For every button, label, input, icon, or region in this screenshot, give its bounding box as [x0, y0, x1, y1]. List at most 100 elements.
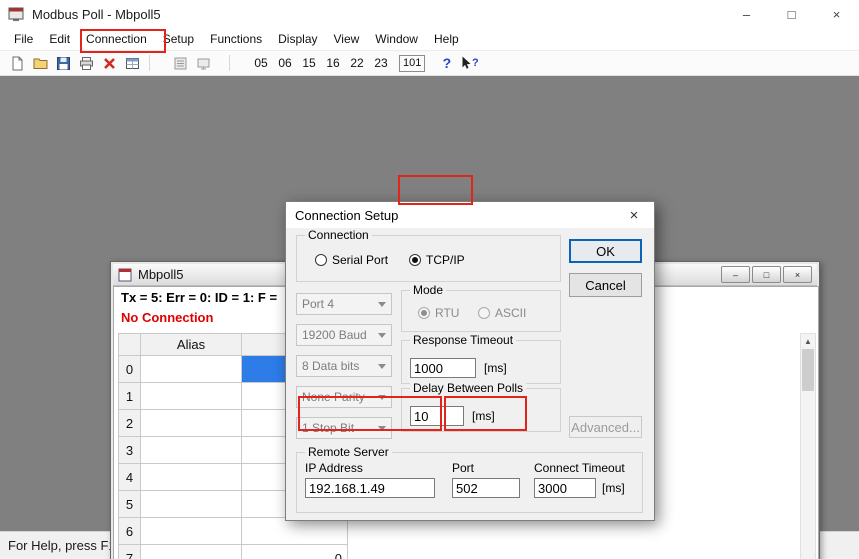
window-controls: – □ × [724, 0, 859, 28]
remote-server-label: Remote Server [305, 446, 392, 458]
chevron-down-icon [378, 302, 386, 311]
ascii-label: ASCII [495, 306, 526, 320]
menu-view[interactable]: View [326, 29, 368, 49]
row-header: 2 [119, 410, 141, 437]
func-05-button[interactable]: 05 [249, 53, 273, 73]
func-23-button[interactable]: 23 [369, 53, 393, 73]
close-button[interactable]: × [814, 0, 859, 28]
delay-between-polls-group: Delay Between Polls [ms] [401, 388, 561, 432]
func-15-button[interactable]: 15 [297, 53, 321, 73]
menu-functions[interactable]: Functions [202, 29, 270, 49]
scroll-up-button[interactable]: ▲ [801, 334, 815, 349]
app-icon [8, 6, 24, 22]
delay-input[interactable] [410, 406, 464, 426]
alias-cell[interactable] [141, 464, 242, 491]
dialog-title-bar: Connection Setup × [286, 202, 654, 228]
grid-row-7: 7 0 [119, 545, 348, 559]
scrollbar-thumb[interactable] [802, 349, 814, 391]
alias-cell[interactable] [141, 545, 242, 559]
window-grid-icon [125, 56, 140, 71]
alias-cell[interactable] [141, 383, 242, 410]
poll-statistics-text: Tx = 5: Err = 0: ID = 1: F = [121, 290, 277, 305]
response-timeout-input[interactable] [410, 358, 476, 378]
rtu-label: RTU [435, 306, 459, 320]
func-06-button[interactable]: 06 [273, 53, 297, 73]
tcpip-radio[interactable]: TCP/IP [409, 253, 465, 267]
chevron-down-icon [378, 426, 386, 435]
poll-definition-button[interactable] [169, 53, 192, 74]
alias-cell[interactable] [141, 518, 242, 545]
format-101-button[interactable]: 101 [399, 55, 425, 72]
remote-server-group: Remote Server IP Address Port Connect Ti… [296, 452, 643, 513]
port-label: Port [452, 461, 474, 475]
row-header: 6 [119, 518, 141, 545]
menu-display[interactable]: Display [270, 29, 325, 49]
open-folder-icon [33, 56, 48, 71]
ip-address-input[interactable] [305, 478, 435, 498]
ok-button[interactable]: OK [569, 239, 642, 263]
vertical-scrollbar[interactable]: ▲ ▼ [800, 333, 816, 559]
menu-setup[interactable]: Setup [155, 29, 202, 49]
save-button[interactable] [52, 53, 75, 74]
child-window-controls: – □ × [721, 266, 812, 283]
value-cell[interactable] [242, 518, 348, 545]
toolbar-separator [229, 55, 230, 71]
context-help-button[interactable]: ? [458, 53, 481, 74]
radio-selected-icon [409, 254, 421, 266]
minimize-button[interactable]: – [724, 0, 769, 28]
stop-bits-combo: 1 Stop Bit [296, 417, 392, 439]
maximize-button[interactable]: □ [769, 0, 814, 28]
menu-file[interactable]: File [6, 29, 41, 49]
open-file-button[interactable] [29, 53, 52, 74]
row-header: 3 [119, 437, 141, 464]
row-header: 4 [119, 464, 141, 491]
alias-cell[interactable] [141, 356, 242, 383]
mode-group: Mode RTU ASCII [401, 290, 561, 332]
cancel-button[interactable]: Cancel [569, 273, 642, 297]
arrow-cursor-icon [461, 56, 471, 70]
child-minimize-button[interactable]: – [721, 266, 750, 283]
ms-unit-label: [ms] [472, 409, 495, 423]
func-22-button[interactable]: 22 [345, 53, 369, 73]
communication-log-button[interactable] [192, 53, 215, 74]
radio-unselected-disabled-icon [478, 307, 490, 319]
document-icon [118, 268, 132, 282]
alias-cell[interactable] [141, 491, 242, 518]
row-header: 1 [119, 383, 141, 410]
row-header: 5 [119, 491, 141, 518]
help-button[interactable]: ? [435, 53, 458, 74]
grid-header-alias[interactable]: Alias [141, 334, 242, 356]
menu-help[interactable]: Help [426, 29, 467, 49]
alias-cell[interactable] [141, 437, 242, 464]
combo-value: 1 Stop Bit [302, 421, 354, 435]
title-bar: Modbus Poll - Mbpoll5 – □ × [0, 0, 859, 28]
child-maximize-button[interactable]: □ [752, 266, 781, 283]
window-title: Modbus Poll - Mbpoll5 [32, 7, 161, 22]
menu-connection[interactable]: Connection [78, 29, 155, 49]
disconnect-button[interactable] [98, 53, 121, 74]
menu-window[interactable]: Window [367, 29, 426, 49]
combo-value: 19200 Baud [302, 328, 367, 342]
port-input[interactable] [452, 478, 520, 498]
serial-port-radio[interactable]: Serial Port [315, 253, 388, 267]
dialog-close-button[interactable]: × [614, 202, 654, 228]
new-document-icon [10, 56, 25, 71]
menu-edit[interactable]: Edit [41, 29, 78, 49]
print-button[interactable] [75, 53, 98, 74]
alias-cell[interactable] [141, 410, 242, 437]
child-window-title: Mbpoll5 [138, 267, 184, 282]
chevron-down-icon [378, 333, 386, 342]
radio-unselected-icon [315, 254, 327, 266]
combo-value: Port 4 [302, 297, 334, 311]
connection-status-text: No Connection [121, 310, 213, 325]
value-cell[interactable]: 0 [242, 545, 348, 559]
func-16-button[interactable]: 16 [321, 53, 345, 73]
baud-rate-combo: 19200 Baud [296, 324, 392, 346]
new-file-button[interactable] [6, 53, 29, 74]
connect-timeout-input[interactable] [534, 478, 596, 498]
monitor-icon [196, 56, 211, 71]
child-close-button[interactable]: × [783, 266, 812, 283]
response-timeout-label: Response Timeout [410, 334, 516, 346]
grid-row-6: 6 [119, 518, 348, 545]
poll-window-button[interactable] [121, 53, 144, 74]
